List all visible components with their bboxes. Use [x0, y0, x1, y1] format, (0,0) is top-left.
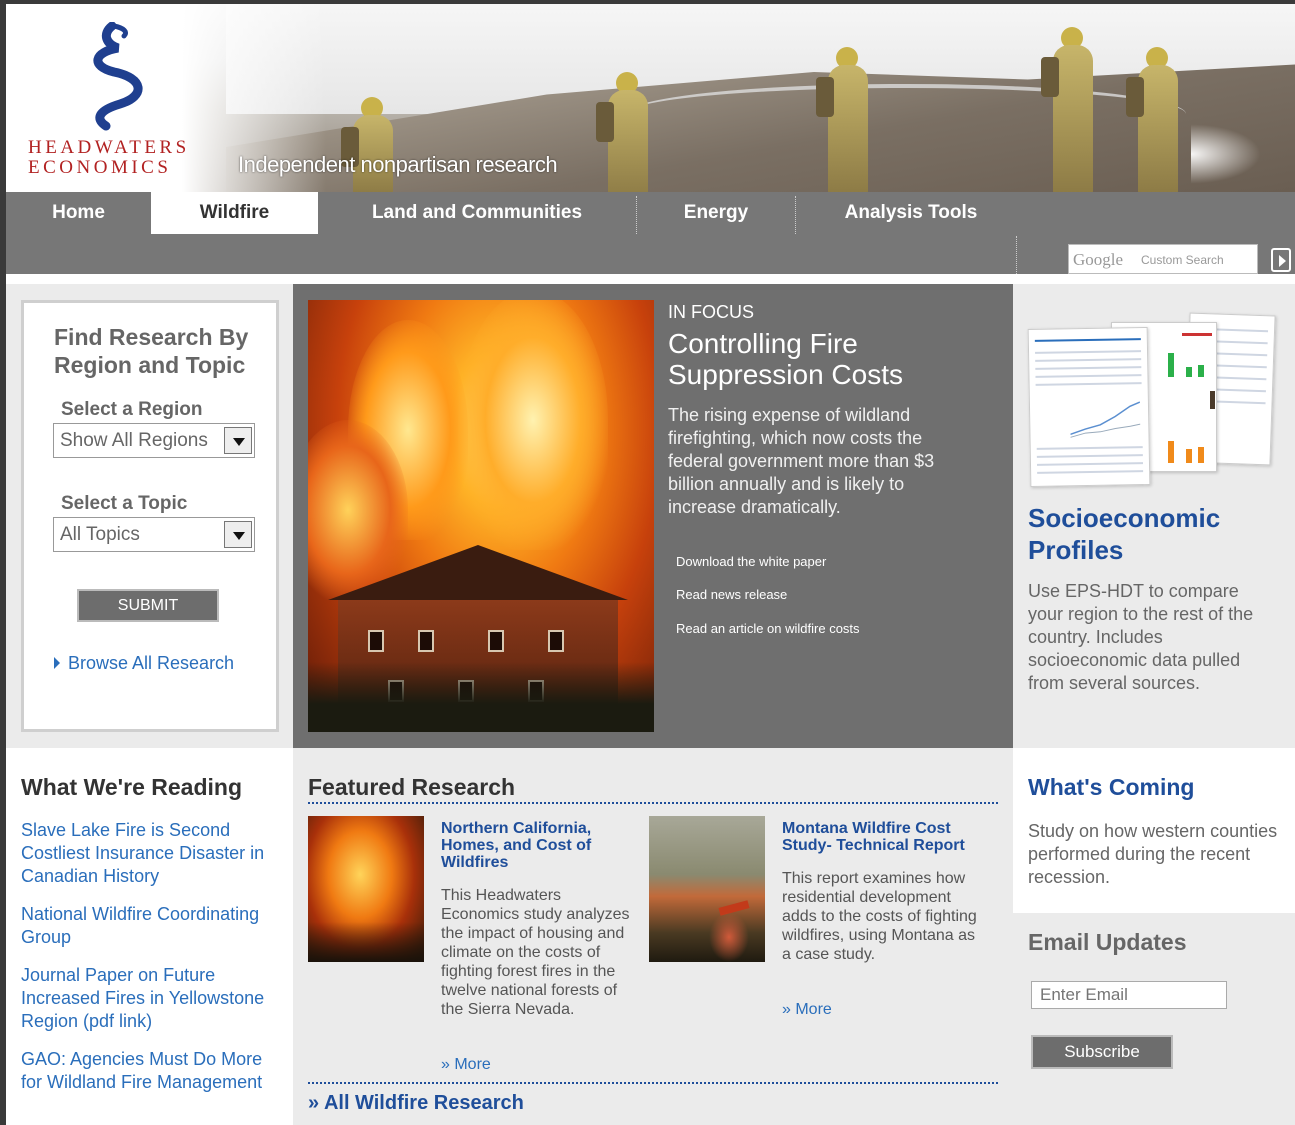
nav-analysis-tools[interactable]: Analysis Tools [796, 192, 1026, 234]
topic-label: Select a Topic [61, 493, 188, 514]
main-nav: Home Wildfire Land and Communities Energ… [6, 192, 1295, 274]
firefighter-figure [816, 47, 870, 192]
whats-coming-title[interactable]: What's Coming [1028, 774, 1194, 801]
featured-research-section: Featured Research Northern California, H… [293, 748, 1013, 1125]
house-fire-photo[interactable] [308, 300, 654, 732]
nav-divider [1016, 236, 1017, 274]
browse-all-research-link[interactable]: Browse All Research [54, 653, 234, 674]
featured-item-title[interactable]: Montana Wildfire Cost Study- Technical R… [782, 820, 987, 854]
nav-home[interactable]: Home [6, 192, 151, 234]
whats-coming-section: What's Coming Study on how western count… [1013, 748, 1295, 913]
tagline: Independent nonpartisan research [238, 152, 558, 177]
chevron-down-icon[interactable] [224, 521, 252, 548]
featured-title: Featured Research [308, 774, 516, 800]
topic-select-value: All Topics [60, 524, 140, 545]
divider [308, 1082, 998, 1084]
in-focus-panel: IN FOCUS Controlling Fire Suppression Co… [293, 284, 1013, 748]
site-search-input[interactable]: Google Custom Search [1068, 244, 1258, 274]
research-finder: Find Research By Region and Topic Select… [21, 300, 279, 732]
featured-item-title[interactable]: Northern California, Homes, and Cost of … [441, 820, 621, 871]
wildfire-article-link[interactable]: Read an article on wildfire costs [676, 621, 860, 636]
topic-select[interactable]: All Topics [53, 517, 255, 552]
submit-button[interactable]: SUBMIT [77, 589, 219, 622]
region-select[interactable]: Show All Regions [53, 423, 255, 458]
research-finder-title: Find Research By Region and Topic [54, 324, 249, 378]
fire-hose [626, 84, 1186, 144]
header-banner: HEADWATERS ECONOMICS Independent nonpart… [6, 4, 1295, 192]
feature-row: Find Research By Region and Topic Select… [6, 284, 1295, 748]
reading-link[interactable]: Journal Paper on Future Increased Fires … [21, 964, 283, 1033]
profiles-description: Use EPS-HDT to compare your region to th… [1028, 581, 1254, 693]
logo-wordmark[interactable]: HEADWATERS ECONOMICS [28, 138, 190, 178]
reading-title: What We're Reading [21, 774, 243, 800]
all-wildfire-research-link[interactable]: » All Wildfire Research [308, 1092, 524, 1115]
more-link[interactable]: » More [782, 1001, 832, 1019]
aerial-firefighting-thumbnail[interactable] [649, 816, 765, 962]
more-link[interactable]: » More [441, 1056, 491, 1074]
search-placeholder: Custom Search [1141, 253, 1224, 267]
download-white-paper-link[interactable]: Download the white paper [676, 554, 826, 569]
featured-item-description: This Headwaters Economics study analyzes… [441, 887, 630, 1018]
featured-item-description: This report examines how residential dev… [782, 870, 977, 963]
report-thumbnail[interactable] [1027, 308, 1287, 498]
page: HEADWATERS ECONOMICS Independent nonpart… [6, 4, 1295, 1125]
email-field[interactable] [1031, 981, 1227, 1009]
whats-coming-description: Study on how western counties performed … [1028, 821, 1278, 887]
nav-wildfire[interactable]: Wildfire [151, 192, 318, 234]
firefighter-figure [1041, 27, 1097, 192]
nav-land-and-communities[interactable]: Land and Communities [318, 192, 636, 234]
logo-line-1: HEADWATERS [28, 137, 190, 158]
google-logo: Google [1073, 250, 1124, 269]
email-updates-section: Email Updates Subscribe [1013, 913, 1295, 1125]
search-submit-icon[interactable] [1271, 248, 1291, 272]
forest-fire-thumbnail[interactable] [308, 816, 424, 962]
divider [308, 802, 998, 804]
profiles-panel: Socioeconomic Profiles Use EPS-HDT to co… [1013, 284, 1295, 748]
subscribe-button[interactable]: Subscribe [1031, 1035, 1173, 1069]
reading-section: What We're Reading Slave Lake Fire is Se… [6, 748, 293, 1125]
water-spray [1191, 124, 1261, 184]
firefighter-figure [1126, 47, 1180, 192]
caret-right-icon [54, 657, 60, 669]
reading-link[interactable]: GAO: Agencies Must Do More for Wildland … [21, 1048, 283, 1094]
headwaters-logo-icon[interactable] [84, 22, 154, 132]
reading-link[interactable]: National Wildfire Coordinating Group [21, 903, 283, 949]
logo-line-2: ECONOMICS [28, 157, 172, 178]
region-label: Select a Region [61, 399, 203, 420]
research-finder-panel: Find Research By Region and Topic Select… [6, 284, 293, 748]
in-focus-description: The rising expense of wildland firefight… [668, 405, 935, 517]
browse-all-research-label: Browse All Research [68, 653, 235, 673]
in-focus-eyebrow: IN FOCUS [668, 302, 755, 322]
in-focus-title[interactable]: Controlling Fire Suppression Costs [668, 328, 958, 390]
firefighter-figure [596, 72, 650, 192]
chevron-down-icon[interactable] [224, 427, 252, 454]
news-release-link[interactable]: Read news release [676, 587, 787, 602]
nav-energy[interactable]: Energy [637, 192, 795, 234]
profiles-title[interactable]: Socioeconomic Profiles [1028, 502, 1268, 566]
region-select-value: Show All Regions [60, 430, 208, 451]
email-updates-title: Email Updates [1028, 929, 1187, 955]
reading-link[interactable]: Slave Lake Fire is Second Costliest Insu… [21, 819, 283, 888]
